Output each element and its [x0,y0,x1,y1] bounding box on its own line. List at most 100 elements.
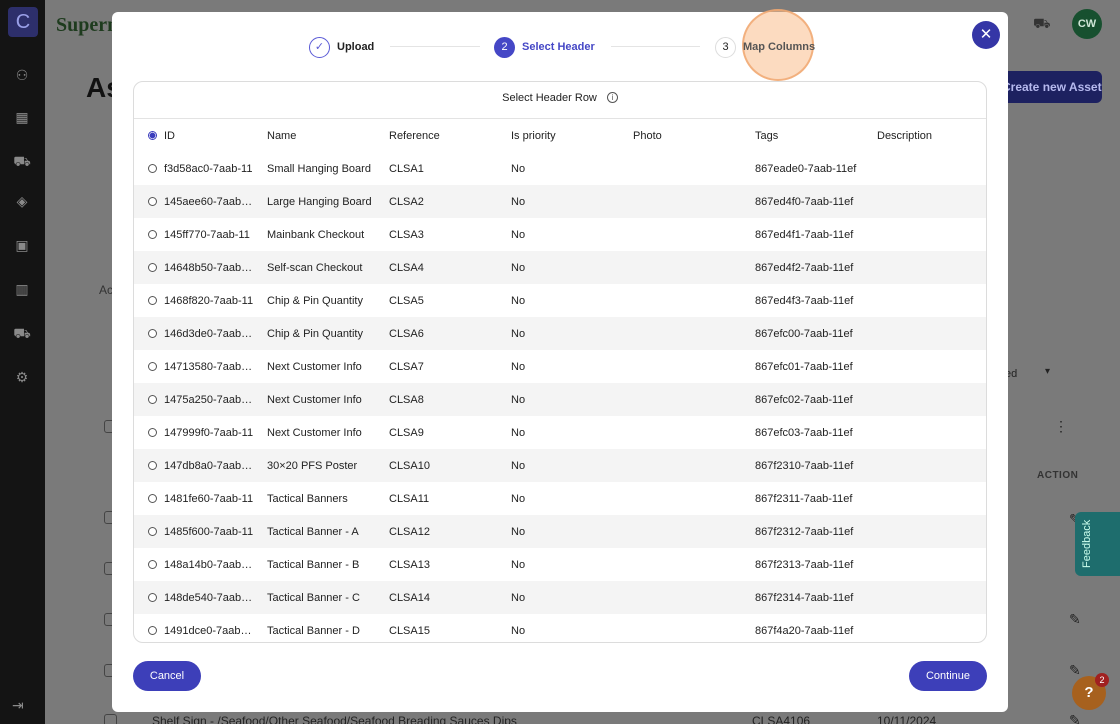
cart-icon[interactable]: ⛟ [13,152,31,170]
table-cell: 867ed4f2-7aab-11ef [755,251,877,284]
section-title-text: Select Header Row [502,92,597,104]
table-cell [877,548,986,581]
table-cell: No [511,185,633,218]
table-cell: No [511,515,633,548]
row-radio[interactable] [148,560,157,570]
table-cell [877,251,986,284]
table-row[interactable]: 1491dce0-7aab-11 Tactical Banner - D CLSA1… [134,614,986,642]
row-radio[interactable] [148,527,157,537]
table-cell: 30×20 PFS Poster [267,449,389,482]
table-cell [633,284,755,317]
row-radio[interactable] [148,395,157,405]
table-row[interactable]: 1485f600-7aab-11 Tactical Banner - A CLSA1… [134,515,986,548]
table-cell: f3d58ac0-7aab-11 [164,162,253,175]
table-row[interactable]: 1475a250-7aab-11 Next Customer Info CLSA8 N… [134,383,986,416]
table-row[interactable]: 1468f820-7aab-11 Chip & Pin Quantity CLSA5… [134,284,986,317]
table-cell: 14648b50-7aab-11 [164,251,267,284]
table-row[interactable]: 147999f0-7aab-11 Next Customer Info CLSA9 N… [134,416,986,449]
row-radio[interactable] [148,494,157,504]
row-radio[interactable] [148,197,157,207]
checkbox[interactable] [104,714,117,724]
table-row[interactable]: f3d58ac0-7aab-11 Small Hanging Board CLSA1… [134,152,986,185]
header-row[interactable]: ID Name Reference Is priority Photo Tags… [134,119,986,152]
continue-button[interactable]: Continue [909,661,987,691]
section-title: Select Header Row i [134,82,986,119]
edit-icon[interactable]: ✎ [1069,712,1081,724]
table-cell [877,218,986,251]
row-radio[interactable] [148,329,157,339]
table-cell: CLSA7 [389,360,424,373]
stepper: ✓ Upload 2 Select Header 3 Map Columns [112,9,1008,82]
row-radio[interactable] [148,296,157,306]
table-cell [877,482,986,515]
building-icon[interactable]: ▥ [13,280,31,298]
table-cell: No [511,251,633,284]
table-cell [633,482,755,515]
feedback-tab[interactable]: Feedback [1075,512,1120,576]
avatar[interactable]: CW [1072,9,1102,39]
step-select-header[interactable]: 2 Select Header [494,36,595,58]
chevron-down-icon: ▾ [1045,366,1051,377]
table-row[interactable]: 148de540-7aab-11 Tactical Banner - C CLSA1… [134,581,986,614]
row-radio[interactable] [148,593,157,603]
row-radio[interactable] [148,164,157,174]
edit-icon[interactable]: ✎ [1069,662,1081,679]
more-icon[interactable]: ⋮ [1054,418,1068,435]
table-cell: 867efc02-7aab-11ef [755,383,877,416]
table-cell: CLSA5 [389,294,424,307]
table-row[interactable]: 1481fe60-7aab-11 Tactical Banners CLSA11 No… [134,482,986,515]
table-row[interactable]: 147db8a0-7aab-11 30×20 PFS Poster CLSA10 No… [134,449,986,482]
column-header: Photo [633,119,755,152]
table-row[interactable]: 14648b50-7aab-11 Self-scan Checkout CLSA4 N… [134,251,986,284]
table-cell: No [511,383,633,416]
step-upload[interactable]: ✓ Upload [309,36,374,58]
step-map-columns[interactable]: 3 Map Columns [715,36,815,58]
table-cell: CLSA8 [389,383,511,416]
table-cell: 145aee60-7aab-11 [164,185,267,218]
table-row[interactable]: 14713580-7aab-11 Next Customer Info CLSA7 N… [134,350,986,383]
row-radio[interactable] [148,461,157,471]
table-cell: Self-scan Checkout [267,251,389,284]
cancel-button[interactable]: Cancel [133,661,201,691]
table-cell: Small Hanging Board [267,162,371,175]
row-radio[interactable] [148,626,157,636]
row-radio[interactable] [148,230,157,240]
layers-icon[interactable]: ◈ [13,192,31,210]
row-radio[interactable] [148,131,157,141]
table-cell: 867f2311-7aab-11ef [755,492,853,505]
truck-icon[interactable]: ⛟ [13,324,31,342]
row-radio[interactable] [148,428,157,438]
table-cell: Next Customer Info [267,383,389,416]
table-cell [877,581,986,614]
table-cell: 148a14b0-7aab-11 [164,558,257,571]
grid-icon[interactable]: ▦ [13,108,31,126]
table-cell [633,350,755,383]
user-icon[interactable]: ⚇ [13,66,31,84]
brand-name: Supern [56,14,119,36]
info-icon[interactable]: i [606,92,618,103]
table-row[interactable]: 146d3de0-7aab-11 Chip & Pin Quantity CLSA6… [134,317,986,350]
table-cell: CLSA6 [389,317,511,350]
step-number: 2 [494,36,515,58]
table-row[interactable]: 145aee60-7aab-11 Large Hanging Board CLSA2… [134,185,986,218]
row-radio[interactable] [148,263,157,273]
table-row[interactable]: 145ff770-7aab-11 Mainbank Checkout CLSA3 No… [134,218,986,251]
table-cell: 867ed4f0-7aab-11ef [755,185,877,218]
table-cell [633,218,755,251]
table-cell: Tactical Banner - A [267,515,389,548]
image-icon[interactable]: ▣ [13,236,31,254]
table-cell [633,449,755,482]
app-logo[interactable]: C [8,7,38,37]
table-cell: CLSA11 [389,492,430,505]
logout-icon[interactable]: ⇥ [12,697,24,714]
table-cell [877,284,986,317]
table-row[interactable]: 148a14b0-7aab-11 Tactical Banner - B CLSA1… [134,548,986,581]
table-cell: No [511,581,633,614]
tab-assets[interactable]: Ac [99,283,113,297]
row-radio[interactable] [148,362,157,372]
settings-icon[interactable]: ⚙ [13,368,31,386]
table-cell [633,383,755,416]
edit-icon[interactable]: ✎ [1069,611,1081,628]
table-cell: 867eade0-7aab-11ef [755,162,857,175]
cart-icon[interactable]: ⛟ [1033,15,1051,34]
